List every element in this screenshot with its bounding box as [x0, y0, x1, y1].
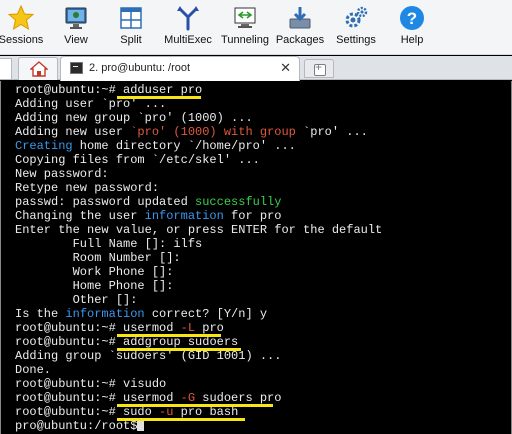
terminal-line: Home Phone []: [15, 279, 174, 293]
highlight-underline [117, 96, 201, 99]
home-icon [30, 61, 48, 77]
terminal-line: root@ubuntu:~# usermod -G sudoers pro [15, 391, 282, 405]
packages-icon [289, 7, 311, 29]
terminal-line: root@ubuntu:~# usermod -L pro [15, 321, 224, 335]
terminal-line: Creating home directory `/home/pro' ... [15, 139, 296, 153]
terminal-line: Work Phone []: [15, 265, 174, 279]
main-toolbar: Sessions View Split MultiExec Tunneling … [0, 0, 512, 55]
svg-text:?: ? [407, 9, 417, 28]
terminal-line: passwd: password updated successfully [15, 195, 282, 209]
tunneling-button[interactable]: Tunneling [221, 0, 269, 55]
new-tab-button[interactable] [304, 59, 334, 78]
terminal-line: Room Number []: [15, 251, 181, 265]
sessions-button[interactable]: Sessions [0, 0, 43, 55]
settings-button[interactable]: Settings [334, 0, 378, 55]
packages-button[interactable]: Packages [276, 0, 324, 55]
gears-icon [345, 6, 368, 28]
multiexec-button[interactable]: MultiExec [164, 0, 212, 55]
terminal-line: pro@ubuntu:/root$ [15, 419, 145, 433]
star-icon [8, 5, 34, 31]
terminal-line: Full Name []: ilfs [15, 237, 203, 251]
terminal-line: root@ubuntu:~# sudo -u pro bash [15, 405, 239, 419]
multiexec-icon [177, 6, 199, 31]
view-button[interactable]: View [56, 0, 96, 55]
sidebar-edge [0, 58, 12, 80]
terminal-line: Adding user `pro' ... [15, 97, 167, 111]
highlight-underline [117, 404, 273, 407]
terminal-line: Enter the new value, or press ENTER for … [15, 223, 383, 237]
tab-session[interactable]: 2. pro@ubuntu: /root ✕ [60, 56, 300, 81]
tab-bar: 2. pro@ubuntu: /root ✕ [0, 56, 512, 81]
terminal-line: Is the information correct? [Y/n] y [15, 307, 268, 321]
terminal-line: Adding group `sudoers' (GID 1001) ... [15, 349, 282, 363]
help-label: Help [400, 34, 424, 46]
help-icon: ? [400, 6, 424, 30]
home-tab[interactable] [18, 57, 58, 80]
terminal-line: Retype new password: [15, 181, 160, 195]
split-button[interactable]: Split [110, 0, 152, 55]
tunneling-icon [234, 7, 256, 28]
terminal-line: Other []: [15, 293, 138, 307]
terminal-line: New password: [15, 167, 109, 181]
terminal-line: root@ubuntu:~# adduser pro [15, 83, 203, 97]
highlight-underline [117, 334, 221, 337]
highlight-underline [117, 348, 241, 351]
terminal-line: root@ubuntu:~# addgroup sudoers [15, 335, 239, 349]
terminal-line: root@ubuntu:~# visudo [15, 377, 167, 391]
close-icon[interactable]: ✕ [280, 60, 291, 76]
help-button[interactable]: ? Help [392, 0, 432, 55]
terminal-output[interactable]: root@ubuntu:~# adduser pro Adding user `… [0, 81, 512, 434]
terminal-icon [70, 62, 83, 74]
terminal-line: Changing the user information for pro [15, 209, 282, 223]
highlight-underline [117, 418, 245, 421]
terminal-line: Adding new group `pro' (1000) ... [15, 111, 253, 125]
monitor-icon [65, 7, 87, 29]
tab-session-label: 2. pro@ubuntu: /root [89, 62, 191, 74]
terminal-line: Adding new user `pro' (1000) with group … [15, 125, 368, 139]
terminal-line: Copying files from `/etc/skel' ... [15, 153, 260, 167]
split-icon [120, 7, 142, 29]
terminal-line: Done. [15, 363, 52, 377]
